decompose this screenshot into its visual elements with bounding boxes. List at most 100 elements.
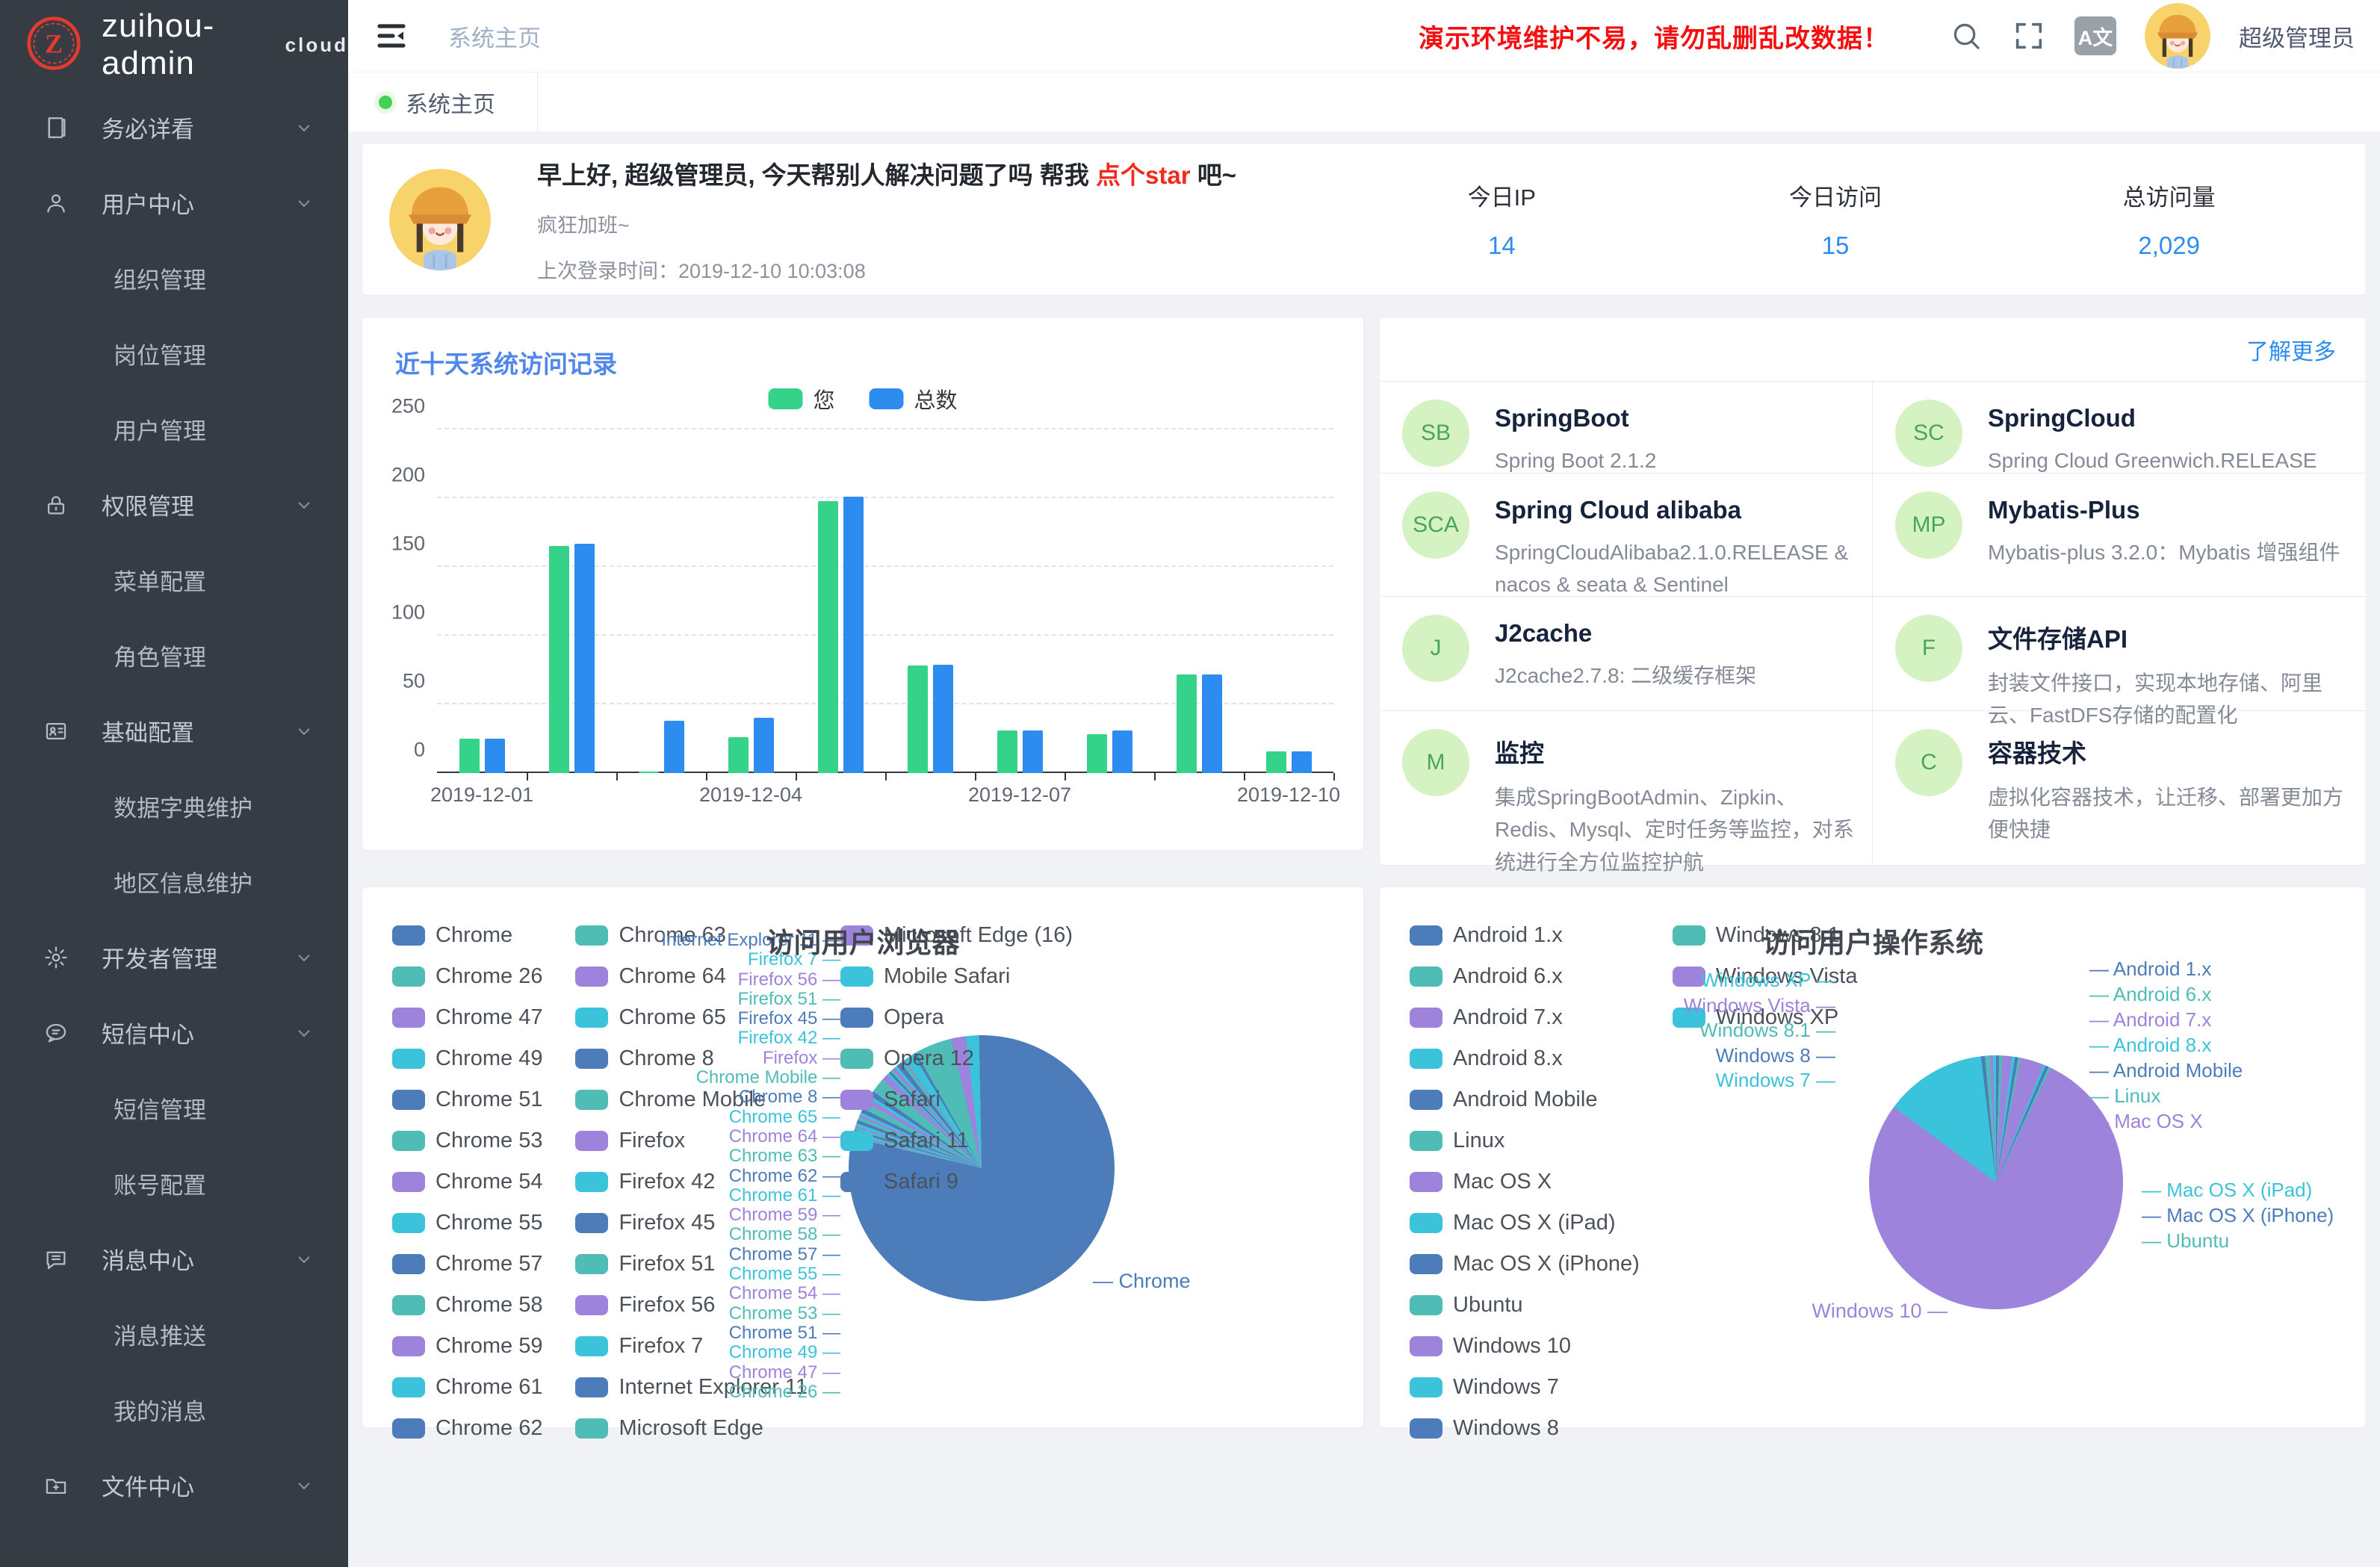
legend-item-您[interactable]: 您 — [768, 383, 834, 415]
bar-您[interactable] — [549, 546, 569, 773]
x-axis-tick — [1154, 773, 1156, 781]
tech-card-SpringBoot[interactable]: SBSpringBootSpring Boot 2.1.2 — [1380, 382, 1873, 474]
slice-label-Chrome 47: Chrome 47 — — [504, 1363, 840, 1383]
legend-item-Windows 8[interactable]: Windows 8 — [1410, 1416, 1640, 1441]
fullscreen-icon[interactable] — [2012, 19, 2046, 53]
slice-label-Chrome 8: Chrome 8 — — [504, 1087, 840, 1107]
pie-label-cluster: — Chrome — [1093, 1270, 1191, 1292]
sidebar-item-用户管理[interactable]: 用户管理 — [0, 391, 348, 467]
legend-item-Safari 11[interactable]: Safari 11 — [840, 1129, 1073, 1153]
sidebar-item-菜单配置[interactable]: 菜单配置 — [0, 542, 348, 618]
learn-more-link[interactable]: 了解更多 — [2246, 333, 2336, 366]
search-icon[interactable] — [1949, 19, 1983, 53]
tech-avatar: SB — [1402, 400, 1469, 467]
bar-您[interactable] — [908, 665, 928, 773]
bar-总数[interactable] — [664, 721, 684, 773]
sidebar-item-消息推送[interactable]: 消息推送 — [0, 1297, 348, 1372]
bar-总数[interactable] — [1023, 730, 1043, 773]
x-axis-tick — [616, 773, 618, 781]
x-axis-tick — [796, 773, 797, 781]
bar-总数[interactable] — [1112, 730, 1132, 773]
legend-item-Chrome 62[interactable]: Chrome 62 — [392, 1416, 542, 1441]
stat-label: 今日访问 — [1669, 179, 2003, 212]
star-link[interactable]: 点个star — [1096, 161, 1191, 189]
bar-您[interactable] — [997, 730, 1017, 773]
sidebar-item-务必详看[interactable]: 务必详看 — [0, 90, 348, 165]
sidebar-item-账号配置[interactable]: 账号配置 — [0, 1146, 348, 1221]
sidebar-item-我的消息[interactable]: 我的消息 — [0, 1372, 348, 1447]
menu-fold-icon[interactable] — [374, 18, 409, 54]
sidebar-item-用户中心[interactable]: 用户中心 — [0, 165, 348, 241]
legend-label: Microsoft Edge — [619, 1416, 763, 1441]
bar-总数[interactable] — [933, 665, 953, 773]
sidebar-item-基础配置[interactable]: 基础配置 — [0, 693, 348, 769]
sidebar-item-岗位管理[interactable]: 岗位管理 — [0, 316, 348, 391]
bar-您[interactable] — [1266, 751, 1286, 773]
bar-总数[interactable] — [754, 718, 774, 773]
stats-row: 今日IP14今日访问15总访问量2,029 — [1335, 179, 2336, 260]
tech-card-SpringCloud[interactable]: SCSpringCloudSpring Cloud Greenwich.RELE… — [1873, 382, 2366, 474]
bar-总数[interactable] — [1202, 674, 1222, 773]
tech-card-文件存储API[interactable]: F文件存储API封装文件接口，实现本地存储、阿里云、FastDFS存储的配置化 — [1873, 597, 2366, 711]
sidebar-item-组织管理[interactable]: 组织管理 — [0, 241, 348, 316]
tech-card-监控[interactable]: M监控集成SpringBootAdmin、Zipkin、Redis、Mysql、… — [1380, 711, 1873, 867]
book-icon — [43, 115, 69, 140]
tech-desc: SpringCloudAlibaba2.1.0.RELEASE & nacos … — [1495, 536, 1854, 601]
sidebar-item-开发者管理[interactable]: 开发者管理 — [0, 919, 348, 995]
legend-item-总数[interactable]: 总数 — [870, 383, 958, 415]
bar-您[interactable] — [1177, 674, 1197, 773]
legend-item-Safari[interactable]: Safari — [840, 1087, 1073, 1112]
tech-card-J2cache[interactable]: JJ2cacheJ2cache2.7.8: 二级缓存框架 — [1380, 597, 1873, 711]
bar-总数[interactable] — [485, 739, 505, 773]
tech-card-容器技术[interactable]: C容器技术虚拟化容器技术，让迁移、部署更加方便快捷 — [1873, 711, 2366, 867]
sidebar-item-短信管理[interactable]: 短信管理 — [0, 1070, 348, 1146]
translate-button[interactable]: A文 — [2074, 16, 2116, 55]
legend-item-Opera 12[interactable]: Opera 12 — [840, 1046, 1073, 1071]
bar-您[interactable] — [1087, 734, 1107, 773]
stat-总访问量: 总访问量2,029 — [2002, 179, 2336, 260]
visit-bar-plot: 0501001502002502019-12-012019-12-042019-… — [437, 429, 1333, 773]
legend-swatch — [1673, 925, 1705, 946]
user-avatar[interactable] — [2145, 3, 2210, 69]
tech-card-Spring Cloud alibaba[interactable]: SCASpring Cloud alibabaSpringCloudAlibab… — [1380, 474, 1873, 597]
legend-item-Safari 9[interactable]: Safari 9 — [840, 1170, 1073, 1194]
sidebar-item-短信中心[interactable]: 短信中心 — [0, 995, 348, 1070]
legend-item-Mac OS X (iPad)[interactable]: Mac OS X (iPad) — [1410, 1211, 1640, 1235]
legend-item-Ubuntu[interactable]: Ubuntu — [1410, 1293, 1640, 1318]
bar-group-2019-12-10 — [1244, 429, 1333, 773]
sidebar-item-角色管理[interactable]: 角色管理 — [0, 618, 348, 693]
sidebar-item-消息中心[interactable]: 消息中心 — [0, 1221, 348, 1297]
stat-value: 14 — [1335, 232, 1669, 260]
bar-总数[interactable] — [574, 544, 595, 773]
visit-chart-title: 近十天系统访问记录 — [395, 344, 617, 380]
legend-item-Windows 10[interactable]: Windows 10 — [1410, 1334, 1640, 1359]
stat-今日IP: 今日IP14 — [1335, 179, 1669, 260]
sidebar-item-地区信息维护[interactable]: 地区信息维护 — [0, 844, 348, 919]
x-axis-label: 2019-12-01 — [400, 784, 564, 807]
bar-您[interactable] — [459, 739, 480, 773]
legend-item-Mobile Safari[interactable]: Mobile Safari — [840, 964, 1073, 989]
tech-desc: 集成SpringBootAdmin、Zipkin、Redis、Mysql、定时任… — [1495, 781, 1854, 878]
bar-您[interactable] — [818, 501, 838, 773]
bar-总数[interactable] — [843, 497, 864, 773]
slice-label-Mac OS X (iPad): — Mac OS X (iPad) — [2142, 1177, 2334, 1203]
pie-label-cluster: Internet Explorer 11 —Firefox 7 —Firefox… — [504, 931, 840, 1402]
bar-您[interactable] — [728, 737, 749, 773]
tech-card-Mybatis-Plus[interactable]: MPMybatis-PlusMybatis-plus 3.2.0：Mybatis… — [1873, 474, 2366, 597]
sidebar-item-数据字典维护[interactable]: 数据字典维护 — [0, 769, 348, 844]
legend-item-Android 1.x[interactable]: Android 1.x — [1410, 923, 1640, 948]
legend-item-Mac OS X (iPhone)[interactable]: Mac OS X (iPhone) — [1410, 1252, 1640, 1276]
legend-item-Windows 7[interactable]: Windows 7 — [1410, 1375, 1640, 1400]
legend-item-Linux[interactable]: Linux — [1410, 1129, 1640, 1153]
pie-访问用户操作系统[interactable] — [1869, 1055, 2123, 1309]
legend-item-Opera[interactable]: Opera — [840, 1005, 1073, 1030]
sidebar-item-文件中心[interactable]: 文件中心 — [0, 1447, 348, 1523]
legend-item-Mac OS X[interactable]: Mac OS X — [1410, 1170, 1640, 1194]
tab-system-home[interactable]: 系统主页 — [348, 72, 538, 131]
app-logo[interactable]: Z zuihou-admin cloud — [0, 0, 348, 90]
legend-item-Microsoft Edge[interactable]: Microsoft Edge — [575, 1416, 808, 1441]
bar-您[interactable] — [639, 772, 659, 773]
bar-总数[interactable] — [1292, 751, 1312, 773]
slice-label-Chrome 62: Chrome 62 — — [504, 1167, 840, 1186]
sidebar-item-权限管理[interactable]: 权限管理 — [0, 467, 348, 542]
